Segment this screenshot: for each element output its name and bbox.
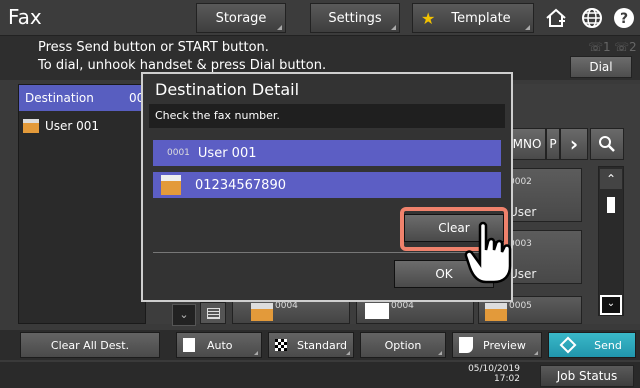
next-page-button[interactable]: › [560,128,588,160]
speed-dial-name: User [509,205,537,219]
storage-button[interactable]: Storage [196,3,286,33]
corner-indicator-icon [346,351,350,355]
fax-number-row: 01234567890 [153,172,501,198]
template-label: Template [451,10,511,26]
destination-header: Destination [19,85,147,111]
clear-all-dest-button[interactable]: Clear All Dest. [20,332,160,358]
hand-pointer-icon [464,221,512,284]
date: 05/10/2019 [468,364,520,374]
document-icon [183,338,195,352]
tab-number: 0005 [509,301,532,311]
time: 17:02 [494,374,520,384]
send-button[interactable]: Send [548,332,636,358]
destination-label: Destination [25,91,94,105]
app-title: Fax [8,5,42,29]
send-label: Send [594,338,622,352]
list-icon [207,308,220,319]
template-button[interactable]: ★ Template [412,3,534,33]
settings-label: Settings [328,10,382,26]
settings-button[interactable]: Settings [310,3,400,33]
home-icon [546,8,566,27]
globe-icon [582,8,602,28]
line-2-indicator: ☏2 [614,40,637,54]
help-button[interactable]: ? [606,3,640,33]
storage-label: Storage [215,10,267,26]
language-button[interactable] [574,3,610,33]
corner-indicator-icon [534,351,538,355]
list-view-button[interactable] [200,302,226,324]
job-status-button[interactable]: Job Status [540,365,634,387]
scrollbar[interactable]: ⌃ ⌄ [598,166,624,316]
action-bar: Clear All Dest. Auto Standard Option Pre… [0,330,640,360]
instruction-line-2: To dial, unhook handset & press Dial but… [38,58,327,73]
corner-indicator-icon [525,25,530,30]
corner-indicator-icon [391,25,396,30]
dialog-subtitle: Check the fax number. [149,104,505,128]
dialog-entry-row: 0001 User 001 [153,140,501,166]
home-button[interactable] [538,3,574,33]
tab-number: 0004 [275,301,298,311]
fax-machine-icon [485,303,507,321]
tab-mno[interactable]: MNO [508,128,546,160]
option-button[interactable]: Option [360,332,446,358]
dialog-title: Destination Detail [155,80,300,99]
star-icon: ★ [421,8,436,28]
svg-text:?: ? [620,11,628,27]
fax-machine-icon [23,119,39,133]
checker-icon [275,339,287,351]
fax-machine-icon [161,175,181,195]
standard-label: Standard [297,338,348,352]
destination-detail-dialog: Destination Detail Check the fax number.… [141,72,513,302]
scroll-up-button[interactable]: ⌃ [600,169,622,189]
help-icon: ? [614,8,634,28]
speed-dial-button[interactable]: 0003 User [502,230,582,284]
panel-scroll-down-button[interactable]: ⌄ [172,304,196,326]
email-icon [365,303,389,319]
tab-number: 0004 [391,301,414,311]
line-1-indicator: ☏1 [588,40,611,54]
corner-indicator-icon [277,25,282,30]
preview-label: Preview [483,338,526,352]
search-button[interactable] [590,128,624,160]
auto-label: Auto [207,338,233,352]
destination-user-name: User 001 [45,119,100,133]
option-label: Option [384,338,422,352]
speed-dial-button[interactable]: 0002 User [502,168,582,222]
instruction-line-1: Press Send button or START button. [38,40,269,55]
top-bar: Fax Storage Settings ★ Template ? [0,0,640,36]
destination-panel: Destination 00 User 001 [18,84,147,324]
search-icon [599,136,615,152]
corner-indicator-icon [438,351,442,355]
resolution-auto-button[interactable]: Auto [176,332,262,358]
fax-number: 01234567890 [195,177,286,193]
preview-icon [459,337,473,353]
dial-button[interactable]: Dial [570,56,632,78]
quality-standard-button[interactable]: Standard [268,332,354,358]
entry-name: User 001 [197,145,257,161]
date-time: 05/10/2019 17:02 [464,364,520,384]
corner-indicator-icon [254,351,258,355]
preview-button[interactable]: Preview [452,332,542,358]
chevron-right-icon: › [569,132,579,156]
fax-machine-icon [251,303,273,321]
fax-screen: Fax Storage Settings ★ Template ? Press … [0,0,640,388]
dialog-divider [153,252,501,253]
scroll-thumb[interactable] [607,197,615,213]
scroll-down-button[interactable]: ⌄ [600,295,622,315]
send-icon [559,336,577,354]
destination-list-item[interactable]: User 001 [23,119,99,133]
tab-p[interactable]: P [546,128,560,160]
entry-number: 0001 [167,148,190,158]
